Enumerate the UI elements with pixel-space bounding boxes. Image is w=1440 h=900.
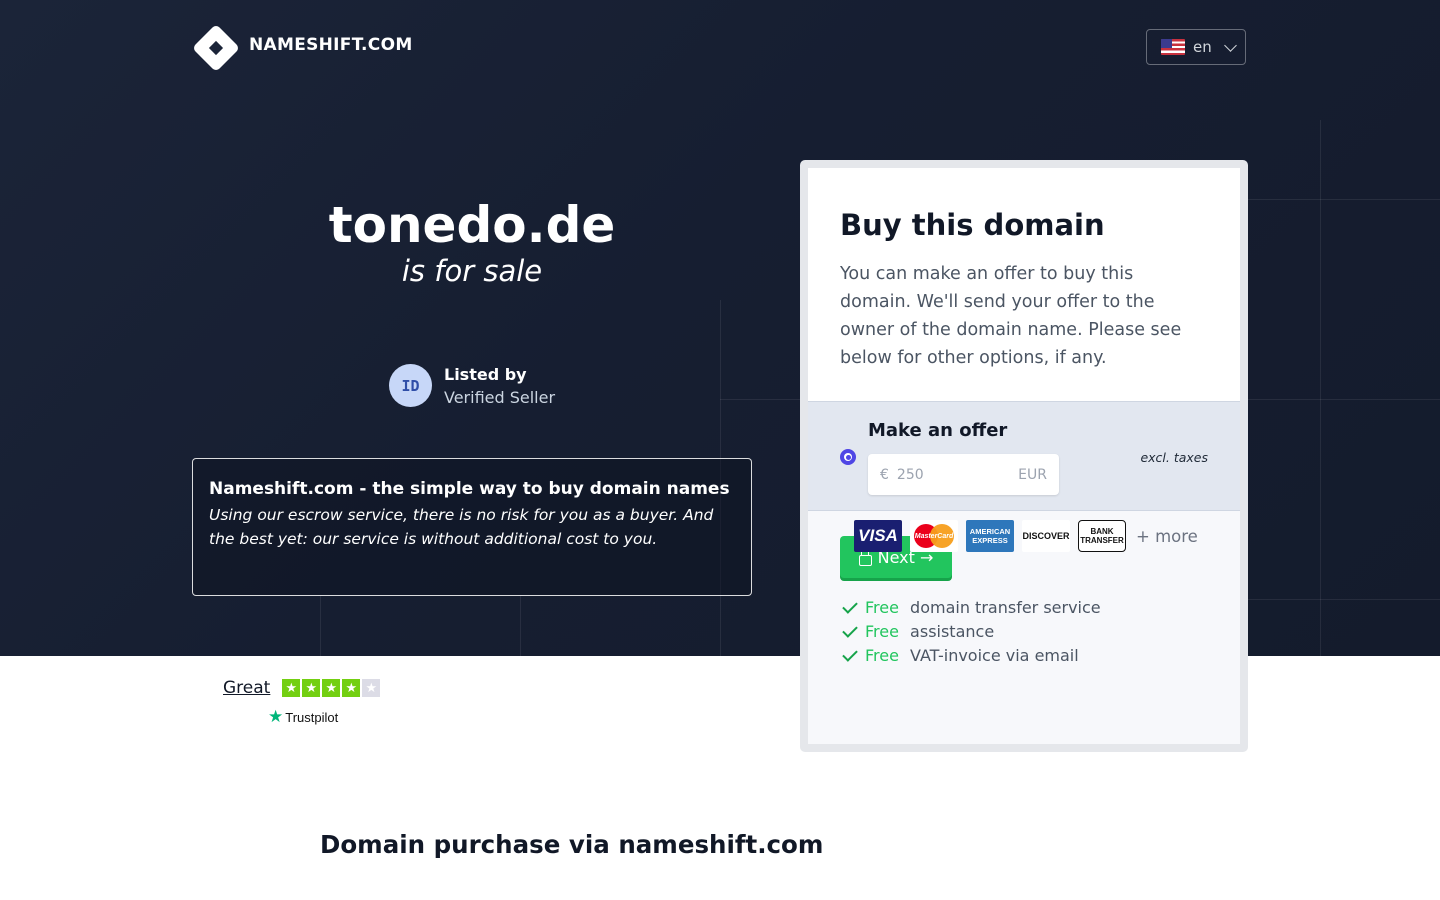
info-text: Using our escrow service, there is no ri…: [209, 506, 714, 548]
domain-name: tonedo.de: [328, 196, 616, 254]
brand-logo[interactable]: NAMESHIFT.COM: [191, 23, 413, 73]
currency-symbol: €: [880, 466, 889, 483]
make-offer-option[interactable]: Make an offer € 250 EUR excl. taxes: [808, 401, 1240, 511]
perk-item: Free domain transfer service: [842, 596, 1101, 620]
star-icon: ★: [302, 679, 321, 697]
offer-radio-button[interactable]: [840, 449, 856, 465]
check-icon: [842, 598, 858, 614]
grid-line: [1248, 599, 1440, 600]
perks-list: Free domain transfer service Free assist…: [842, 596, 1101, 668]
discover-icon: DISCOVER: [1022, 520, 1070, 552]
grid-line: [320, 596, 321, 656]
make-offer-label: Make an offer: [868, 420, 1008, 441]
mastercard-icon: MasterCard: [910, 520, 958, 552]
listed-by-label: Listed by: [444, 364, 527, 384]
card-title: Buy this domain: [840, 208, 1105, 242]
grid-line: [520, 596, 521, 656]
payment-methods: VISA MasterCard AMERICAN EXPRESS DISCOVE…: [854, 520, 1198, 552]
check-icon: [842, 622, 858, 638]
visa-icon: VISA: [854, 520, 902, 552]
grid-line: [1248, 199, 1440, 200]
star-icon: ★: [342, 679, 361, 697]
card-description: You can make an offer to buy this domain…: [840, 264, 1182, 368]
buy-domain-card: Buy this domain You can make an offer to…: [800, 160, 1248, 752]
currency-code: EUR: [1018, 466, 1047, 483]
trustpilot-star-icon: ★: [268, 707, 284, 726]
brand-name: NAMESHIFT.COM: [249, 34, 413, 55]
trustpilot-rating[interactable]: Great ★ ★ ★ ★ ★: [223, 678, 381, 698]
grid-line: [1320, 120, 1321, 656]
more-payments-link[interactable]: + more: [1136, 527, 1198, 546]
language-code: en: [1193, 38, 1212, 56]
lock-icon: [858, 547, 872, 566]
star-icon: ★: [362, 679, 381, 697]
rating-stars: ★ ★ ★ ★ ★: [282, 679, 381, 697]
escrow-info-box: Nameshift.com - the simple way to buy do…: [192, 458, 752, 596]
seller-status: Verified Seller: [444, 387, 556, 407]
section-title: Domain purchase via nameshift.com: [320, 830, 824, 859]
trustpilot-name: Trustpilot: [285, 709, 339, 725]
bank-transfer-icon: BANK TRANSFER: [1078, 520, 1126, 552]
tax-note: excl. taxes: [1140, 450, 1208, 465]
seller-avatar: ID: [389, 364, 432, 407]
rating-word[interactable]: Great: [223, 678, 270, 698]
us-flag-icon: [1161, 39, 1185, 55]
trustpilot-logo[interactable]: ★ Trustpilot: [268, 707, 338, 727]
perk-item: Free assistance: [842, 620, 1101, 644]
language-selector[interactable]: en: [1146, 29, 1246, 65]
chevron-down-icon: [1223, 38, 1237, 52]
star-icon: ★: [322, 679, 341, 697]
for-sale-tagline: is for sale: [401, 254, 543, 288]
info-title: Nameshift.com - the simple way to buy do…: [209, 479, 730, 499]
perk-item: Free VAT-invoice via email: [842, 644, 1101, 668]
nameshift-logo-icon: [191, 23, 241, 73]
star-icon: ★: [282, 679, 301, 697]
seller-info: ID Listed by Verified Seller: [389, 364, 555, 407]
amex-icon: AMERICAN EXPRESS: [966, 520, 1014, 552]
offer-placeholder: 250: [896, 466, 924, 483]
offer-amount-input[interactable]: € 250 EUR: [868, 454, 1059, 495]
check-icon: [842, 646, 858, 662]
